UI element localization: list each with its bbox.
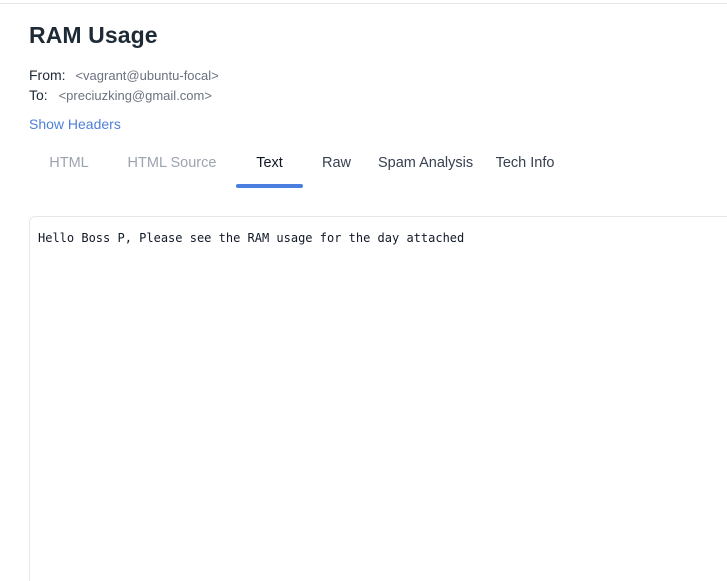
tab-text-label: Text	[256, 155, 283, 171]
show-headers-link[interactable]: Show Headers	[29, 116, 121, 132]
active-tab-indicator	[236, 184, 303, 188]
from-label: From:	[29, 67, 66, 83]
to-address: <preciuzking@gmail.com>	[58, 88, 212, 103]
message-body-text: Hello Boss P, Please see the RAM usage f…	[38, 231, 465, 245]
email-viewer: RAM Usage From: <vagrant@ubuntu-focal> T…	[0, 0, 727, 581]
email-subject: RAM Usage	[29, 22, 158, 48]
tab-spam-analysis[interactable]: Spam Analysis	[378, 146, 473, 188]
tab-tech-info-label: Tech Info	[495, 155, 555, 171]
top-divider	[0, 3, 727, 4]
from-row: From: <vagrant@ubuntu-focal>	[29, 67, 219, 83]
tab-tech-info[interactable]: Tech Info	[488, 146, 562, 188]
tab-html-source[interactable]: HTML Source	[109, 146, 235, 188]
to-row: To: <preciuzking@gmail.com>	[29, 87, 212, 103]
tab-text[interactable]: Text	[236, 146, 303, 188]
tab-html-source-label: HTML Source	[127, 155, 217, 171]
message-body-panel[interactable]: Hello Boss P, Please see the RAM usage f…	[29, 216, 727, 581]
view-tabs: HTML HTML Source Text Raw Spam Analysis …	[29, 146, 562, 188]
tab-html-label: HTML	[49, 155, 89, 171]
to-label: To:	[29, 87, 48, 103]
tab-spam-analysis-label: Spam Analysis	[378, 155, 474, 171]
tab-html[interactable]: HTML	[29, 146, 109, 188]
tab-raw[interactable]: Raw	[303, 146, 370, 188]
tab-raw-label: Raw	[321, 155, 351, 171]
from-address: <vagrant@ubuntu-focal>	[75, 68, 219, 83]
